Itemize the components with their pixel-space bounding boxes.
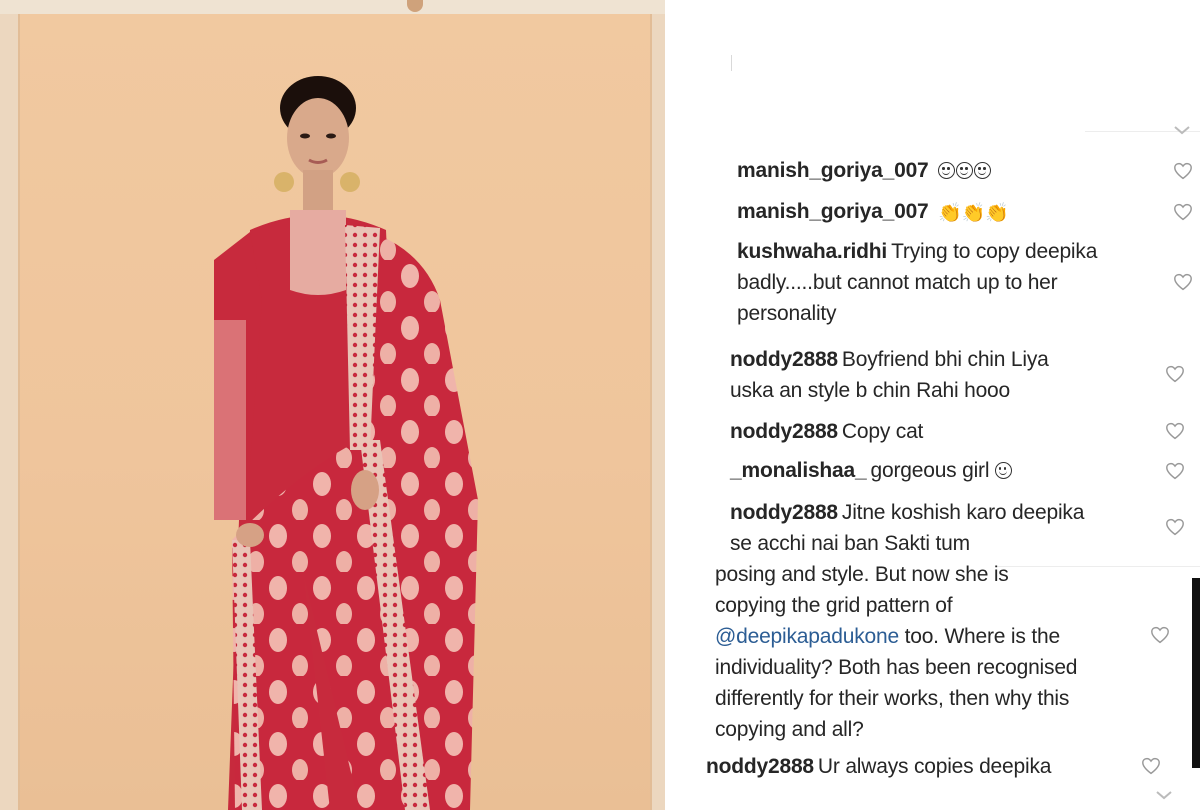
heart-outline-icon[interactable] [1173,162,1193,180]
comment-username[interactable]: noddy2888 [730,348,838,371]
smile-emoji-icon [994,462,1012,479]
chevron-down-icon[interactable] [1173,125,1191,135]
comment-text: se acchi nai ban Sakti tum [730,532,970,555]
comment-username[interactable]: kushwaha.ridhi [737,240,887,263]
heart-outline-icon[interactable] [1165,518,1185,536]
heart-outline-icon[interactable] [1141,757,1161,775]
comment-username[interactable]: manish_goriya_007 [737,159,929,182]
comment-text: gorgeous girl [870,459,990,482]
heart-outline-icon[interactable] [1173,203,1193,221]
clapping-hands-icon: 👏👏👏 [938,203,1009,224]
comment-username[interactable]: noddy2888 [730,501,838,524]
comment-item: noddy2888 Jitne koshish karo deepika se a… [730,497,1084,559]
comment-username[interactable]: noddy2888 [706,755,814,778]
woman-figure-illustration [214,76,478,810]
smile-emoji-icon [938,159,992,182]
scrollbar[interactable] [1192,578,1200,768]
comment-item: _monalishaa_ gorgeous girl [730,455,1013,486]
comment-text: Boyfriend bhi chin Liya [841,348,1049,371]
heart-outline-icon[interactable] [1165,365,1185,383]
comment-item: kushwaha.ridhi Trying to copy deepika bad… [737,236,1097,329]
chevron-down-icon[interactable] [1155,790,1173,800]
comment-item: noddy2888 Ur always copies deepika [706,751,1051,782]
comment-text: personality [737,302,837,325]
heart-outline-icon[interactable] [1150,626,1170,644]
heart-outline-icon[interactable] [1165,422,1185,440]
comment-text: differently for their works, then why th… [715,687,1070,710]
comment-item: noddy2888 Copy cat [730,416,923,447]
comment-text: Copy cat [841,420,924,443]
mention-link[interactable]: @deepikapadukone [715,625,899,648]
comment-username[interactable]: manish_goriya_007 [737,200,929,223]
comment-username[interactable]: noddy2888 [730,420,838,443]
comment-username[interactable]: _monalishaa_ [730,459,867,482]
text-cursor-mark [731,55,732,71]
comment-text: Jitne koshish karo deepika [841,501,1085,524]
comment-text: too. Where is the [904,625,1061,648]
comment-text: badly.....but cannot match up to her [737,271,1058,294]
comment-item: manish_goriya_007 [737,155,992,186]
heart-outline-icon[interactable] [1173,273,1193,291]
comment-text: Trying to copy deepika [891,240,1098,263]
heart-outline-icon[interactable] [1165,462,1185,480]
post-photo [0,0,665,810]
comment-item: posing and style. But now she is copying… [715,559,1077,745]
comment-item: manish_goriya_007 👏👏👏 [737,196,1009,229]
comment-text: uska an style b chin Rahi hooo [730,379,1011,402]
comment-text: posing and style. But now she is [715,563,1009,586]
comment-text: individuality? Both has been recognised [715,656,1078,679]
comment-text: copying and all? [715,718,864,741]
comment-text: copying the grid pattern of [715,594,953,617]
comment-item: noddy2888 Boyfriend bhi chin Liya uska an… [730,344,1049,406]
comment-text: Ur always copies deepika [817,755,1052,778]
comments-panel: manish_goriya_007 manish_goriya_007 👏👏👏 … [665,0,1200,810]
